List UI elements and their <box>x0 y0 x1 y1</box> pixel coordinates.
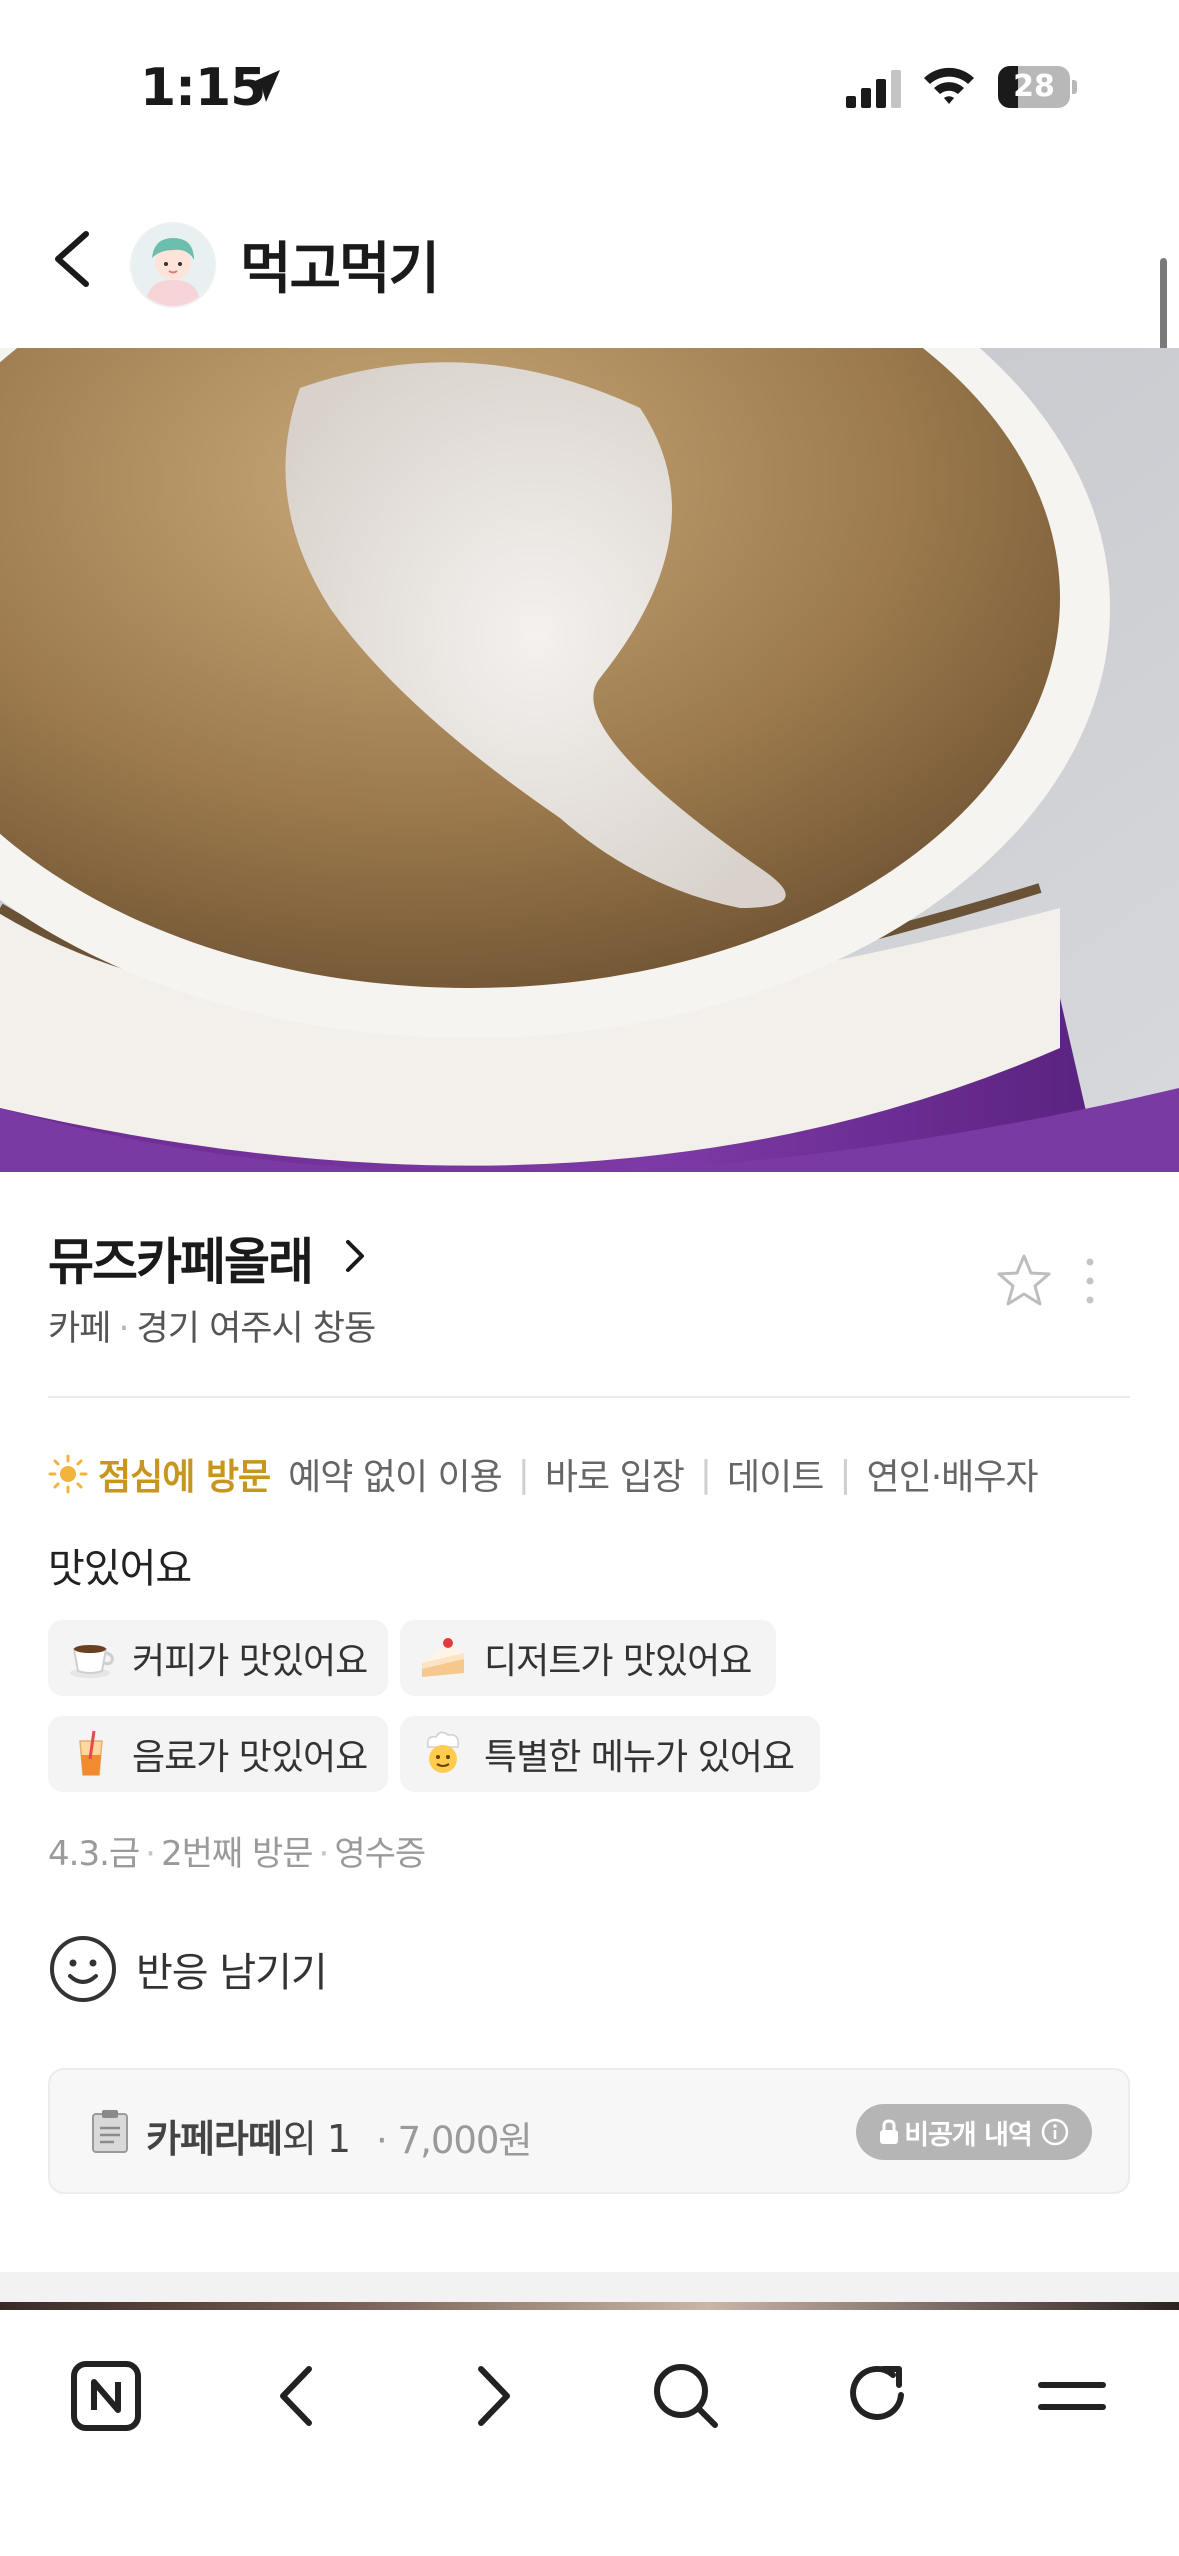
status-bar: 1:15 28 <box>0 0 1179 170</box>
private-history-badge[interactable]: 비공개 내역 <box>856 2104 1092 2160</box>
browser-toolbar <box>0 2310 1179 2556</box>
refresh-icon <box>850 2366 904 2420</box>
keyword-chip: 디저트가 맛있어요 <box>400 1620 776 1696</box>
separator: · <box>118 1309 129 1349</box>
chef-icon <box>426 1731 460 1773</box>
keyword-chip: 커피가 맛있어요 <box>48 1620 388 1696</box>
menu-icon <box>1038 2382 1106 2410</box>
keyword-chip: 음료가 맛있어요 <box>48 1716 388 1792</box>
keyword-label: 디저트가 맛있어요 <box>484 1641 752 1682</box>
tag-separator: | <box>517 1453 530 1495</box>
visit-time-tag: 점심에 방문 <box>98 1457 271 1498</box>
avatar-illustration-icon <box>132 224 214 306</box>
section-divider <box>0 2272 1179 2306</box>
receipt-item-name: 카페라떼 <box>146 2117 283 2161</box>
clipboard-icon <box>92 2110 128 2153</box>
receipt-card[interactable]: 카페라떼외 1 · 7,000원 비공개 내역 <box>48 2068 1130 2194</box>
visit-tags: 점심에 방문 예약 없이 이용 | 바로 입장 | 데이트 | 연인·배우자 <box>48 1448 1039 1500</box>
battery-icon: 28 <box>998 66 1077 108</box>
place-location: 경기 여주시 창동 <box>136 1309 377 1349</box>
forward-icon <box>478 2366 510 2426</box>
chevron-left-icon <box>55 231 89 287</box>
chevron-right-icon[interactable] <box>340 1236 370 1276</box>
back-button[interactable] <box>40 214 110 304</box>
receipt-item: 카페라떼외 1 <box>146 2108 351 2163</box>
leave-reaction-label: 반응 남기기 <box>136 1950 328 1996</box>
divider <box>48 1396 1130 1398</box>
visit-count: 2번째 방문 <box>160 1834 314 1874</box>
tag-separator: | <box>699 1453 712 1495</box>
location-arrow-icon <box>248 70 280 102</box>
cake-icon <box>422 1638 464 1677</box>
info-icon <box>1041 2118 1069 2146</box>
keyword-label: 커피가 맛있어요 <box>132 1641 368 1682</box>
drink-icon <box>79 1730 103 1776</box>
receipt-item-count: 외 1 <box>281 2117 351 2161</box>
receipt-price: · 7,000원 <box>376 2110 532 2164</box>
visit-tag: 데이트 <box>726 1457 824 1498</box>
star-icon[interactable] <box>995 1252 1053 1310</box>
more-options-icon[interactable] <box>1080 1256 1100 1306</box>
visit-meta: 4.3.금 · 2번째 방문 · 영수증 <box>48 1826 426 1875</box>
separator: · <box>376 2119 388 2162</box>
search-button[interactable] <box>636 2346 736 2446</box>
back-nav-button[interactable] <box>248 2346 348 2446</box>
place-meta: 카페 · 경기 여주시 창동 <box>48 1300 377 1351</box>
blog-name[interactable]: 먹고먹기 <box>240 224 440 305</box>
separator: · <box>318 1834 330 1874</box>
review-photo[interactable] <box>0 348 1179 1172</box>
leave-reaction-button[interactable]: 반응 남기기 <box>48 1934 328 2004</box>
latte-photo-image <box>0 348 1179 1172</box>
search-icon <box>654 2364 718 2428</box>
visit-date: 4.3.금 <box>48 1834 140 1874</box>
forward-nav-button[interactable] <box>442 2346 542 2446</box>
private-history-label: 비공개 내역 <box>904 2119 1033 2151</box>
separator: · <box>145 1834 156 1874</box>
coffee-cup-icon <box>70 1645 114 1678</box>
place-name[interactable]: 뮤즈카페올래 <box>48 1222 314 1294</box>
keyword-label: 특별한 메뉴가 있어요 <box>484 1737 795 1778</box>
wifi-icon <box>924 67 974 104</box>
lock-icon <box>880 2119 899 2144</box>
review-text: 맛있어요 <box>48 1546 192 1592</box>
sun-icon <box>48 1454 88 1494</box>
receipt-price-value: 7,000원 <box>397 2119 533 2162</box>
cellular-signal-icon <box>846 70 901 108</box>
keyword-chip: 특별한 메뉴가 있어요 <box>400 1716 820 1792</box>
naver-home-button[interactable] <box>56 2346 156 2446</box>
blog-avatar[interactable] <box>130 222 216 308</box>
visit-proof: 영수증 <box>334 1834 426 1874</box>
menu-button[interactable] <box>1022 2346 1122 2446</box>
place-category: 카페 <box>48 1309 111 1349</box>
back-icon <box>280 2366 312 2426</box>
smile-icon <box>50 1936 116 2002</box>
refresh-button[interactable] <box>828 2346 928 2446</box>
visit-tag: 예약 없이 이용 <box>288 1457 503 1498</box>
visit-tag: 바로 입장 <box>544 1457 685 1498</box>
keyword-label: 음료가 맛있어요 <box>132 1737 368 1778</box>
visit-tag: 연인·배우자 <box>866 1457 1038 1498</box>
naver-home-icon <box>71 2361 141 2431</box>
tag-separator: | <box>839 1453 851 1495</box>
